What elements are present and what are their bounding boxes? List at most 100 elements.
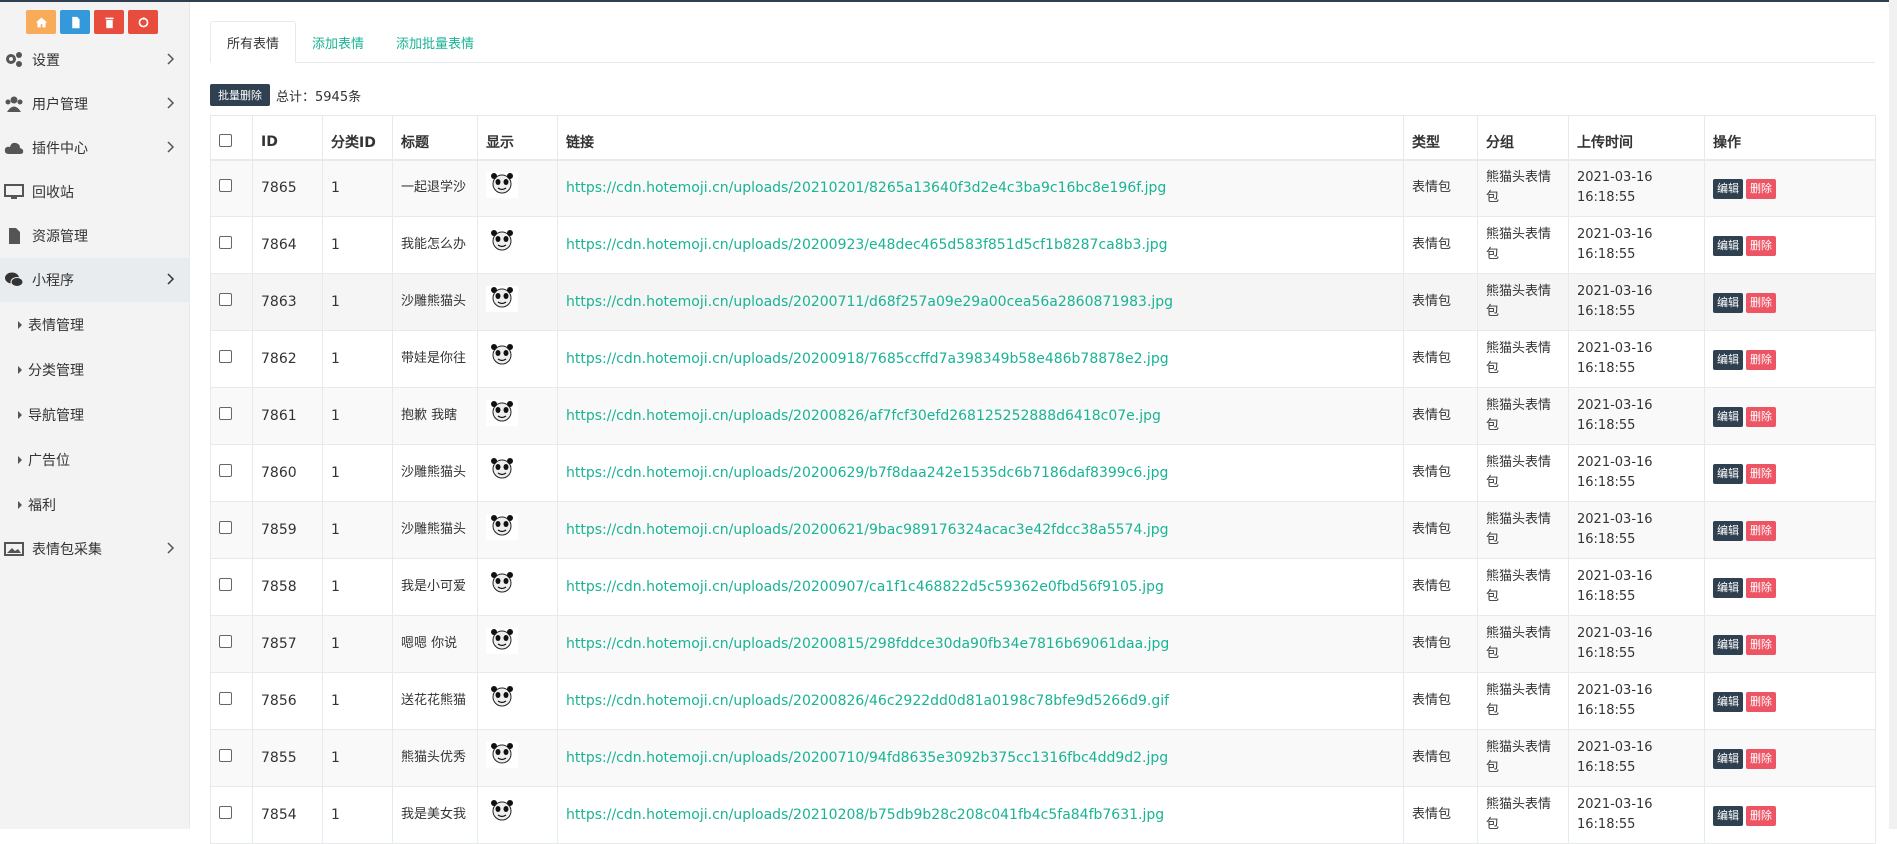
scrollbar[interactable] bbox=[1889, 0, 1897, 829]
delete-button[interactable]: 删除 bbox=[1746, 349, 1776, 370]
row-checkbox[interactable] bbox=[219, 635, 232, 648]
trash-button[interactable] bbox=[94, 10, 124, 34]
emoji-thumbnail[interactable] bbox=[486, 742, 518, 768]
emoji-thumbnail[interactable] bbox=[486, 628, 518, 654]
row-checkbox[interactable] bbox=[219, 806, 232, 819]
row-checkbox[interactable] bbox=[219, 293, 232, 306]
row-checkbox[interactable] bbox=[219, 407, 232, 420]
document-button[interactable] bbox=[60, 10, 90, 34]
column-header[interactable]: ID bbox=[252, 115, 323, 161]
emoji-thumbnail[interactable] bbox=[486, 400, 518, 426]
emoji-url-link[interactable]: https://cdn.hotemoji.cn/uploads/20200826… bbox=[566, 408, 1161, 424]
emoji-thumbnail[interactable] bbox=[486, 172, 518, 199]
emoji-thumbnail[interactable] bbox=[486, 685, 518, 711]
row-checkbox[interactable] bbox=[219, 578, 232, 591]
sidebar-item-users[interactable]: 用户管理 bbox=[0, 82, 189, 126]
select-all-checkbox[interactable] bbox=[219, 133, 232, 147]
row-checkbox[interactable] bbox=[219, 521, 232, 534]
emoji-url-link[interactable]: https://cdn.hotemoji.cn/uploads/20200907… bbox=[566, 579, 1164, 595]
row-checkbox[interactable] bbox=[219, 179, 232, 193]
edit-button[interactable]: 编辑 bbox=[1713, 805, 1743, 826]
column-header[interactable]: 操作 bbox=[1704, 115, 1876, 161]
delete-button[interactable]: 删除 bbox=[1746, 406, 1776, 427]
emoji-thumbnail[interactable] bbox=[486, 571, 518, 597]
delete-button[interactable]: 删除 bbox=[1746, 805, 1776, 826]
column-header[interactable]: 标题 bbox=[392, 115, 478, 161]
delete-button[interactable]: 删除 bbox=[1746, 634, 1776, 655]
emoji-url-link[interactable]: https://cdn.hotemoji.cn/uploads/20210208… bbox=[566, 807, 1164, 823]
sidebar-item-emoji-collect[interactable]: 表情包采集 bbox=[0, 527, 189, 571]
delete-button[interactable]: 删除 bbox=[1746, 520, 1776, 541]
delete-button[interactable]: 删除 bbox=[1746, 463, 1776, 484]
emoji-thumbnail[interactable] bbox=[486, 343, 518, 369]
file-icon bbox=[3, 227, 25, 245]
emoji-url-link[interactable]: https://cdn.hotemoji.cn/uploads/20200815… bbox=[566, 636, 1169, 652]
sidebar-subitem-category-manage[interactable]: 分类管理 bbox=[0, 347, 189, 392]
edit-button[interactable]: 编辑 bbox=[1713, 349, 1743, 370]
edit-button[interactable]: 编辑 bbox=[1713, 748, 1743, 769]
emoji-url-link[interactable]: https://cdn.hotemoji.cn/uploads/20200629… bbox=[566, 465, 1168, 481]
column-header[interactable]: 上传时间 bbox=[1568, 115, 1705, 161]
sidebar-item-miniprogram[interactable]: 小程序 bbox=[0, 258, 189, 302]
table-row: 7856 1 送花花熊猫 https://cdn.hotemoji.cn/upload… bbox=[210, 672, 1876, 730]
row-checkbox[interactable] bbox=[219, 692, 232, 705]
emoji-url-link[interactable]: https://cdn.hotemoji.cn/uploads/20200711… bbox=[566, 294, 1173, 310]
emoji-url-link[interactable]: https://cdn.hotemoji.cn/uploads/20200923… bbox=[566, 237, 1168, 253]
row-checkbox[interactable] bbox=[219, 464, 232, 477]
column-header[interactable]: 显示 bbox=[477, 115, 558, 161]
edit-button[interactable]: 编辑 bbox=[1713, 463, 1743, 484]
upload-clock: 16:18:55 bbox=[1577, 532, 1636, 547]
column-header[interactable]: 分组 bbox=[1477, 115, 1569, 161]
table-row: 7865 1 一起退学沙 https://cdn.hotemoji.cn/upload… bbox=[210, 159, 1876, 217]
delete-button[interactable]: 删除 bbox=[1746, 178, 1776, 199]
edit-button[interactable]: 编辑 bbox=[1713, 577, 1743, 598]
tab-add-batch-emoji[interactable]: 添加批量表情 bbox=[380, 21, 490, 63]
home-button[interactable] bbox=[26, 10, 56, 34]
emoji-thumbnail[interactable] bbox=[486, 286, 518, 312]
edit-button[interactable]: 编辑 bbox=[1713, 178, 1743, 199]
delete-button[interactable]: 删除 bbox=[1746, 691, 1776, 712]
sidebar-item-recycle-bin[interactable]: 回收站 bbox=[0, 170, 189, 214]
emoji-url-link[interactable]: https://cdn.hotemoji.cn/uploads/20210201… bbox=[566, 180, 1166, 196]
edit-button[interactable]: 编辑 bbox=[1713, 235, 1743, 256]
emoji-url-link[interactable]: https://cdn.hotemoji.cn/uploads/20200710… bbox=[566, 750, 1168, 766]
row-checkbox[interactable] bbox=[219, 749, 232, 762]
column-header[interactable]: 链接 bbox=[557, 115, 1404, 161]
sidebar-subitem-nav-manage[interactable]: 导航管理 bbox=[0, 392, 189, 437]
column-header[interactable]: 类型 bbox=[1403, 115, 1478, 161]
row-select-cell bbox=[210, 159, 253, 217]
cell-preview bbox=[477, 387, 558, 445]
edit-button[interactable]: 编辑 bbox=[1713, 520, 1743, 541]
row-checkbox[interactable] bbox=[219, 236, 232, 249]
emoji-thumbnail[interactable] bbox=[486, 514, 518, 540]
emoji-url-link[interactable]: https://cdn.hotemoji.cn/uploads/20200918… bbox=[566, 351, 1169, 367]
column-header[interactable]: 分类ID bbox=[322, 115, 393, 161]
delete-button[interactable]: 删除 bbox=[1746, 235, 1776, 256]
emoji-thumbnail[interactable] bbox=[486, 229, 518, 255]
sidebar-subitem-welfare[interactable]: 福利 bbox=[0, 482, 189, 527]
row-checkbox[interactable] bbox=[219, 350, 232, 363]
delete-button[interactable]: 删除 bbox=[1746, 748, 1776, 769]
edit-button[interactable]: 编辑 bbox=[1713, 406, 1743, 427]
emoji-url-link[interactable]: https://cdn.hotemoji.cn/uploads/20200621… bbox=[566, 522, 1169, 538]
sidebar-item-settings[interactable]: 设置 bbox=[0, 38, 189, 82]
emoji-url-link[interactable]: https://cdn.hotemoji.cn/uploads/20200826… bbox=[566, 693, 1169, 709]
sidebar-item-resources[interactable]: 资源管理 bbox=[0, 214, 189, 258]
edit-button[interactable]: 编辑 bbox=[1713, 691, 1743, 712]
edit-button[interactable]: 编辑 bbox=[1713, 634, 1743, 655]
recycle-button[interactable] bbox=[128, 10, 158, 34]
tab-add-emoji[interactable]: 添加表情 bbox=[296, 21, 380, 63]
delete-button[interactable]: 删除 bbox=[1746, 577, 1776, 598]
upload-date: 2021-03-16 bbox=[1577, 512, 1653, 527]
emoji-thumbnail[interactable] bbox=[486, 457, 518, 483]
cell-id: 7863 bbox=[252, 273, 323, 331]
sidebar-subitem-emoji-manage[interactable]: 表情管理 bbox=[0, 302, 189, 347]
cell-link: https://cdn.hotemoji.cn/uploads/20210201… bbox=[557, 159, 1404, 217]
edit-button[interactable]: 编辑 bbox=[1713, 292, 1743, 313]
sidebar-item-plugins[interactable]: 插件中心 bbox=[0, 126, 189, 170]
emoji-thumbnail[interactable] bbox=[486, 799, 518, 825]
bulk-delete-button[interactable]: 批量删除 bbox=[210, 84, 270, 106]
delete-button[interactable]: 删除 bbox=[1746, 292, 1776, 313]
tab-all-emojis[interactable]: 所有表情 bbox=[210, 21, 297, 63]
sidebar-subitem-ad-slot[interactable]: 广告位 bbox=[0, 437, 189, 482]
